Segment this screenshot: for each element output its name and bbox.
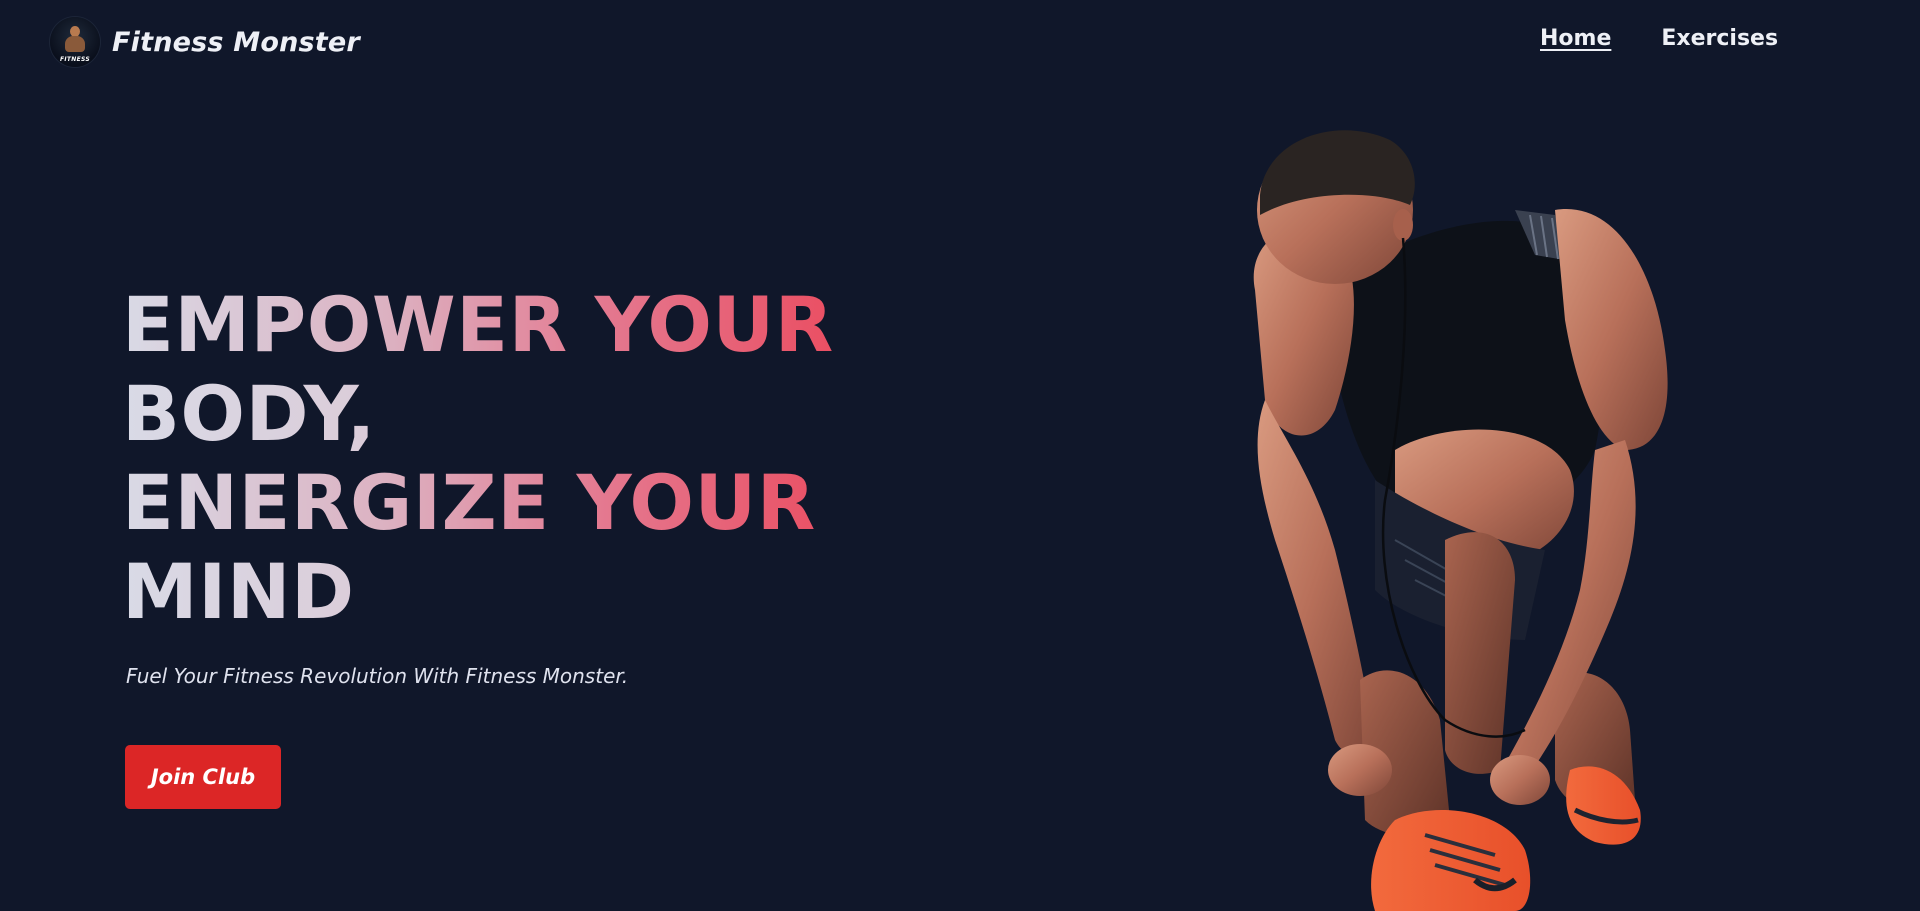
hero-subtitle: Fuel Your Fitness Revolution With Fitnes… [126,664,629,688]
join-club-button[interactable]: Join Club [125,745,281,809]
navbar: FITNESS Fitness Monster Home Exercises [0,0,1920,84]
logo-text: FITNESS [59,56,91,63]
nav-link-exercises[interactable]: Exercises [1661,26,1778,51]
brand-link[interactable]: FITNESS Fitness Monster [50,17,360,67]
nav-link-home[interactable]: Home [1540,26,1611,51]
hero-title-line-4: MIND [122,547,834,636]
nav-links: Home Exercises [1540,26,1778,51]
hero-title-line-1: EMPOWER YOUR [122,280,834,369]
landing-page: FITNESS Fitness Monster Home Exercises E… [0,0,1920,911]
athlete-image [1253,130,1668,911]
hero-title-line-3: ENERGIZE YOUR [122,458,834,547]
hero-title: EMPOWER YOUR BODY, ENERGIZE YOUR MIND [122,280,834,636]
brand-name: Fitness Monster [112,26,360,58]
bodybuilder-logo-icon: FITNESS [50,17,100,67]
hero-title-line-2: BODY, [122,369,834,458]
